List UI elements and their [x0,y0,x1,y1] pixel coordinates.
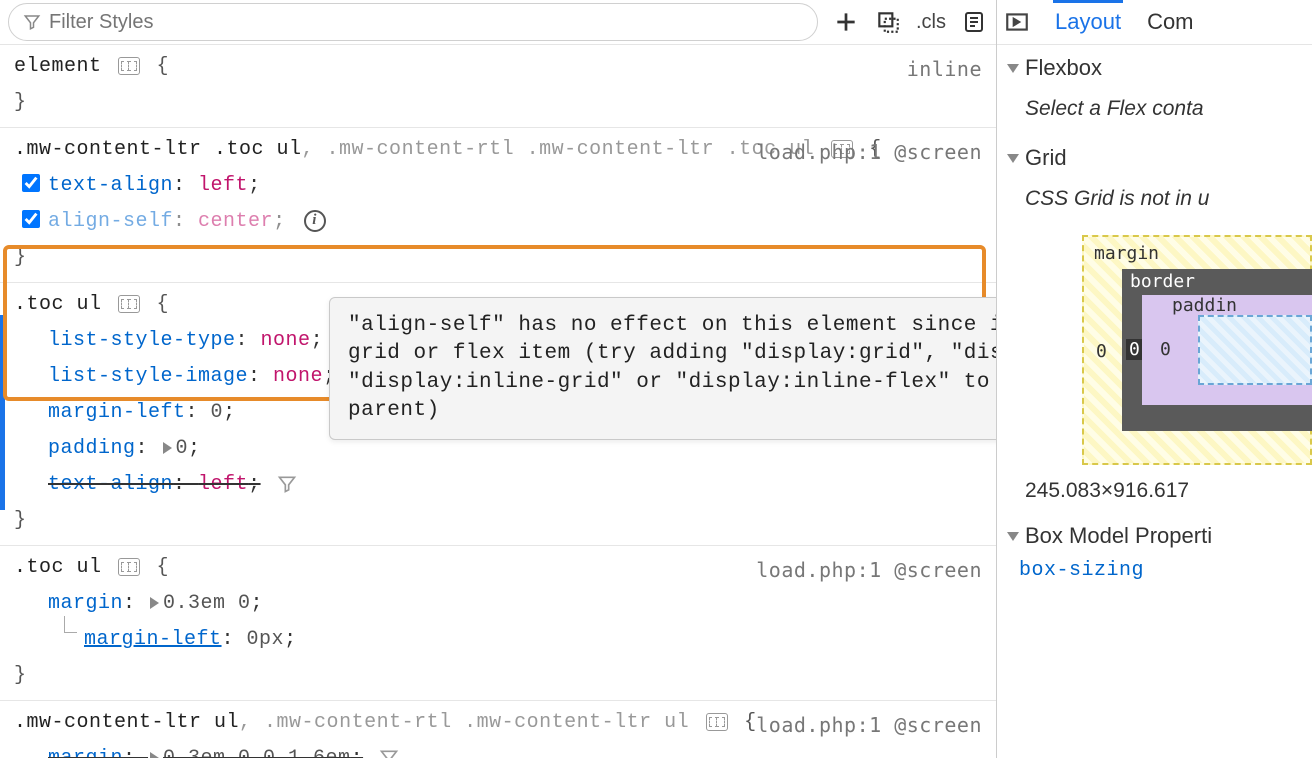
rule-source[interactable]: load.php:1 @screen [756,552,982,588]
css-value[interactable]: left [198,473,248,496]
filter-icon[interactable] [379,748,399,758]
selector[interactable]: .toc ul [14,556,102,579]
css-declaration[interactable]: margin: 0.3em 0 0 1.6em; [14,741,984,758]
funnel-icon [23,13,41,31]
copy-icon[interactable] [874,8,902,36]
selector-secondary[interactable]: , .mw-content-rtl .mw-content-ltr ul [239,711,689,734]
css-value[interactable]: 0.3em 0 0 1.6em [163,747,351,758]
css-property[interactable]: text-align [48,174,173,197]
align-self-tooltip: "align-self" has no effect on this eleme… [329,297,996,440]
rule-source[interactable]: load.php:1 @screen [756,134,982,170]
css-declaration[interactable]: margin: 0.3em 0; [14,586,984,622]
tab-computed[interactable]: Com [1145,3,1195,41]
box-model-diagram[interactable]: margin 0 border 0 paddin 0 [1082,235,1312,465]
cls-toggle[interactable]: .cls [916,11,946,34]
css-declaration[interactable]: align-self: center;i [14,204,984,240]
padding-label: paddin [1172,295,1237,316]
expand-icon[interactable] [163,442,172,454]
layout-tabs: Layout Com [997,0,1312,45]
css-sub-declaration[interactable]: margin-left: 0px; [14,622,984,658]
css-property[interactable]: margin [48,592,123,615]
css-rule[interactable]: .toc ul {load.php:1 @screenmargin: 0.3em… [0,546,996,701]
expand-icon[interactable] [150,752,159,758]
grid-title: Grid [1025,145,1067,171]
css-value[interactable]: 0px [247,628,285,651]
flex-badge-icon[interactable] [118,558,140,576]
flexbox-body: Select a Flex conta [997,91,1312,135]
filter-icon[interactable] [277,474,297,494]
border-left-value[interactable]: 0 [1126,339,1143,360]
panel-toggle-icon[interactable] [1003,8,1031,36]
styles-panel: .cls "align-self" has no effect on this … [0,0,997,758]
css-property[interactable]: margin-left [48,401,186,424]
selector[interactable]: element [14,55,102,78]
css-declaration[interactable]: text-align: left; [14,467,984,503]
selector-secondary[interactable]: , .mw-content-rtl .mw-content-ltr .toc u… [302,138,815,161]
selector[interactable]: .mw-content-ltr .toc ul [14,138,302,161]
filter-styles-input[interactable] [49,11,803,34]
boxmodel-props-header[interactable]: Box Model Properti [997,513,1312,559]
margin-left-value[interactable]: 0 [1096,341,1107,362]
chevron-down-icon [1007,154,1019,163]
border-label: border [1130,271,1195,292]
css-declaration[interactable]: text-align: left; [14,168,984,204]
margin-label: margin [1094,243,1159,264]
rule-source[interactable]: load.php:1 @screen [756,707,982,743]
selector[interactable]: .toc ul [14,293,102,316]
declaration-toggle[interactable] [22,174,40,192]
rule-source[interactable]: inline [907,51,982,87]
css-value[interactable]: none [273,365,323,388]
css-property[interactable]: padding [48,437,136,460]
grid-section-header[interactable]: Grid [997,135,1312,181]
css-value[interactable]: 0.3em 0 [163,592,251,615]
css-value[interactable]: none [261,329,311,352]
chevron-down-icon [1007,532,1019,541]
expand-icon[interactable] [150,597,159,609]
filter-styles-field[interactable] [8,3,818,41]
css-value[interactable]: left [198,174,248,197]
css-property[interactable]: text-align [48,473,173,496]
stylesheet-icon[interactable] [960,8,988,36]
rules-list: "align-self" has no effect on this eleme… [0,45,996,758]
declaration-toggle[interactable] [22,210,40,228]
element-dimensions: 245.083×916.617 [997,465,1312,513]
styles-toolbar: .cls [0,0,996,45]
boxmodel-props-title: Box Model Properti [1025,523,1212,549]
css-value[interactable]: 0 [211,401,224,424]
css-property[interactable]: margin-left [84,628,222,651]
chevron-down-icon [1007,64,1019,73]
flex-badge-icon[interactable] [706,713,728,731]
css-value[interactable]: 0 [176,437,189,460]
tab-layout[interactable]: Layout [1053,0,1123,41]
flexbox-section-header[interactable]: Flexbox [997,45,1312,91]
layout-panel: Layout Com Flexbox Select a Flex conta G… [997,0,1312,758]
add-rule-button[interactable] [832,8,860,36]
box-sizing-prop[interactable]: box-sizing [997,559,1312,582]
grid-body: CSS Grid is not in u [997,181,1312,225]
info-icon[interactable]: i [304,210,326,232]
flexbox-title: Flexbox [1025,55,1102,81]
selector[interactable]: .mw-content-ltr ul [14,711,239,734]
css-rule[interactable]: .mw-content-ltr ul, .mw-content-rtl .mw-… [0,701,996,758]
flex-badge-icon[interactable] [118,295,140,313]
flex-badge-icon[interactable] [118,57,140,75]
css-rule[interactable]: .mw-content-ltr .toc ul, .mw-content-rtl… [0,128,996,283]
css-property[interactable]: align-self [48,210,173,233]
css-property[interactable]: list-style-type [48,329,236,352]
padding-left-value[interactable]: 0 [1160,339,1171,360]
css-value[interactable]: center [198,210,273,233]
css-property[interactable]: list-style-image [48,365,248,388]
css-rule[interactable]: element {inline} [0,45,996,128]
css-property[interactable]: margin [48,747,123,758]
